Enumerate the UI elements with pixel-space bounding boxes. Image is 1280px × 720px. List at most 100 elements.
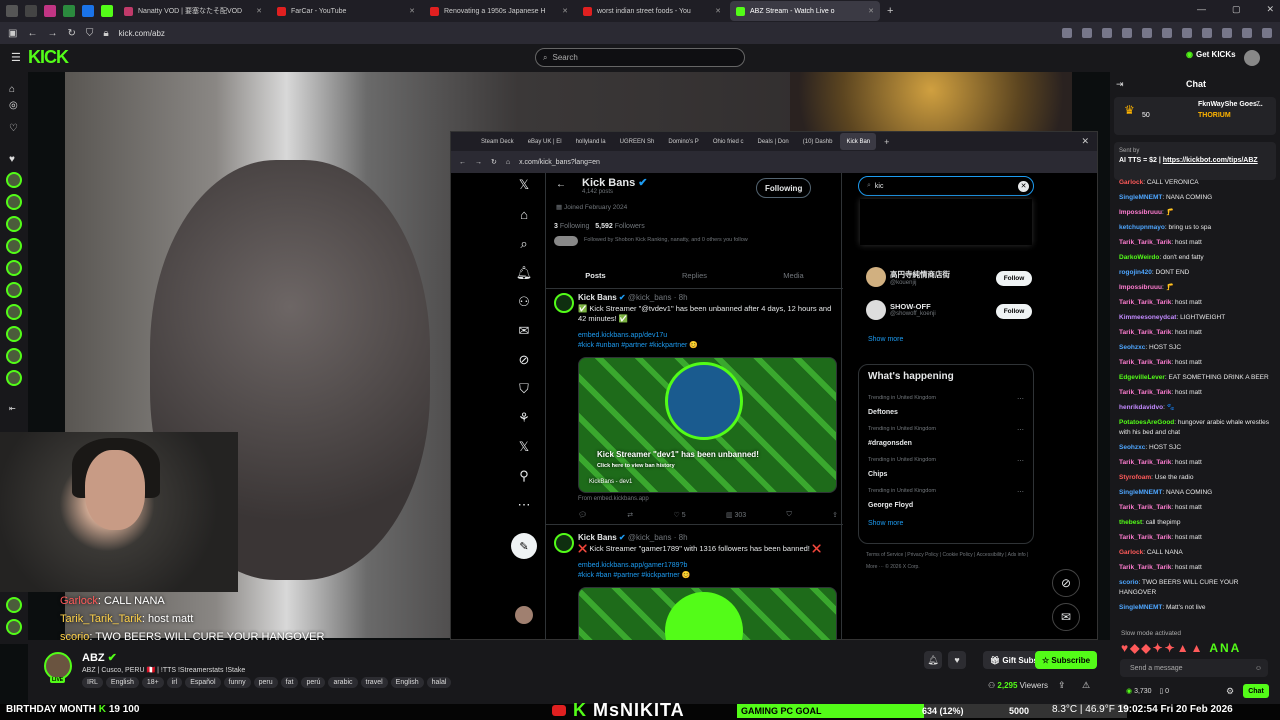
- chat-username[interactable]: henrikdavidvo: [1119, 404, 1163, 411]
- chat-username[interactable]: SingleMNEMT: [1119, 604, 1162, 611]
- app-icon[interactable]: [6, 5, 18, 17]
- bell-icon[interactable]: 🔔︎: [511, 265, 537, 281]
- stream-tag[interactable]: irl: [166, 677, 183, 688]
- pinned-tab-icon[interactable]: [82, 5, 94, 17]
- avatar[interactable]: [1244, 50, 1260, 66]
- stream-tag[interactable]: 18+: [141, 677, 164, 688]
- browser-tab[interactable]: Nanatty VOD | 要塞なたそ配VOD ✕: [118, 1, 268, 21]
- chat-username[interactable]: Tarik_Tarik_Tarik: [1119, 504, 1171, 511]
- stream-tag[interactable]: halal: [426, 677, 452, 688]
- extension-icon[interactable]: [1082, 28, 1092, 38]
- who-to-follow-item[interactable]: 高円寺純情商店街 @kouenjij Follow: [866, 267, 1034, 291]
- chat-username[interactable]: Tarik_Tarik_Tarik: [1119, 359, 1171, 366]
- chat-username[interactable]: Kimmeesoneydcat: [1119, 314, 1176, 321]
- compass-icon[interactable]: ◎: [9, 100, 18, 111]
- chat-username[interactable]: Tarik_Tarik_Tarik: [1119, 459, 1171, 466]
- browser-tab[interactable]: worst indian street foods - You ✕: [577, 1, 727, 21]
- report-icon[interactable]: ⚠: [1082, 680, 1090, 691]
- chat-username[interactable]: Tarik_Tarik_Tarik: [1119, 564, 1171, 571]
- trend-item[interactable]: Trending in United Kingdom Chips: [868, 457, 936, 481]
- chat-username[interactable]: EdgevilleLever: [1119, 374, 1165, 381]
- close-icon[interactable]: ✕: [562, 7, 568, 15]
- notification-button[interactable]: 🔔︎: [924, 651, 942, 669]
- stream-tag[interactable]: IRL: [82, 677, 103, 688]
- chat-username[interactable]: Seohzxc: [1119, 444, 1145, 451]
- chat-username[interactable]: Tarik_Tarik_Tarik: [1119, 389, 1171, 396]
- back-arrow-icon[interactable]: ←: [556, 179, 566, 190]
- kick-icon[interactable]: [101, 5, 113, 17]
- new-tab-icon[interactable]: +: [887, 5, 893, 17]
- profile-icon[interactable]: ⚲: [511, 468, 537, 484]
- premium-icon[interactable]: 𝕏: [511, 439, 537, 455]
- browser-tab[interactable]: Renovating a 1950s Japanese H ✕: [424, 1, 574, 21]
- stream-tag[interactable]: perú: [301, 677, 326, 688]
- chat-username[interactable]: thebest: [1119, 519, 1142, 526]
- stream-tag[interactable]: funny: [223, 677, 251, 688]
- forward-icon[interactable]: →: [475, 159, 482, 166]
- maximize-icon[interactable]: ▢: [1232, 4, 1241, 15]
- settings-icon[interactable]: ⚙: [1226, 686, 1234, 697]
- new-tab-icon[interactable]: +: [884, 137, 889, 147]
- chat-username[interactable]: Tarik_Tarik_Tarik: [1119, 329, 1171, 336]
- chat-username[interactable]: Garlock: [1119, 179, 1143, 186]
- more-icon[interactable]: ⋯: [1017, 426, 1024, 434]
- minimize-icon[interactable]: —: [1197, 4, 1206, 15]
- home-icon[interactable]: ⌂: [511, 207, 537, 222]
- chat-username[interactable]: Tarik_Tarik_Tarik: [1119, 239, 1171, 246]
- views-button[interactable]: ▥ 303: [726, 511, 746, 519]
- x-icon[interactable]: [25, 5, 37, 17]
- popup-tab-active[interactable]: Kick Ban: [840, 133, 877, 150]
- chat-username[interactable]: scorio: [1119, 579, 1139, 586]
- menu-icon[interactable]: [1262, 28, 1272, 38]
- followed-channel-avatar[interactable]: [6, 172, 22, 188]
- reply-icon[interactable]: 💬︎: [578, 511, 587, 519]
- tweet-hashtags[interactable]: #kick #ban #partner #kickpartner 😊: [578, 571, 690, 581]
- popup-tab[interactable]: UGREEN Sh: [614, 133, 661, 150]
- follow-heart-button[interactable]: ♥: [948, 651, 966, 669]
- tweet-link[interactable]: embed.kickbans.app/gamer1789?b: [578, 561, 687, 571]
- chat-username[interactable]: Styrofoam: [1119, 474, 1151, 481]
- followed-channel-avatar[interactable]: [6, 238, 22, 254]
- tweet[interactable]: Kick Bans ✔ @kick_bans · 8h ✅ Kick Strea…: [546, 289, 843, 525]
- reload-icon[interactable]: ↻: [67, 28, 75, 39]
- following-count[interactable]: 3: [554, 223, 558, 230]
- browser-tab[interactable]: FarCar - YouTube ✕: [271, 1, 421, 21]
- instagram-icon[interactable]: [44, 5, 56, 17]
- bookmark-icon[interactable]: ⛉: [787, 511, 792, 519]
- close-icon[interactable]: ✕: [868, 7, 874, 15]
- chat-username[interactable]: Impossibruuu: [1119, 209, 1162, 216]
- avatar[interactable]: [515, 606, 533, 624]
- tab-media[interactable]: Media: [744, 263, 843, 288]
- back-icon[interactable]: ←: [27, 28, 37, 39]
- chat-username[interactable]: PotatoesAreGood: [1119, 419, 1174, 426]
- kick-logo[interactable]: KICK: [28, 47, 69, 68]
- followed-channel-avatar[interactable]: [6, 348, 22, 364]
- chat-username[interactable]: Seohzxc: [1119, 344, 1145, 351]
- tweet-avatar[interactable]: [554, 293, 574, 313]
- share-icon[interactable]: ⇪: [1058, 680, 1066, 691]
- follow-icon[interactable]: ⚇: [511, 294, 537, 310]
- stream-tag[interactable]: English: [390, 677, 424, 688]
- stream-tag[interactable]: fat: [280, 677, 299, 688]
- chat-username[interactable]: DarkoWeirdo: [1119, 254, 1159, 261]
- collapse-chat-icon[interactable]: ⇥: [1116, 79, 1124, 90]
- extension-icon[interactable]: [1182, 28, 1192, 38]
- extension-icon[interactable]: [1062, 28, 1072, 38]
- heart-icon[interactable]: ♡: [9, 123, 18, 134]
- mail-icon[interactable]: ✉: [511, 323, 537, 339]
- followed-channel-avatar[interactable]: [6, 282, 22, 298]
- streamer-name[interactable]: ABZ ✔: [82, 651, 117, 664]
- chat-username[interactable]: rogojin420: [1119, 269, 1152, 276]
- close-icon[interactable]: ✕: [409, 7, 415, 15]
- stream-tag[interactable]: Español: [185, 677, 221, 688]
- sidebar-icon[interactable]: ▣: [8, 28, 17, 39]
- x-logo-icon[interactable]: 𝕏: [511, 177, 537, 193]
- chat-username[interactable]: Tarik_Tarik_Tarik: [1119, 534, 1171, 541]
- pinned-tab-icon[interactable]: [63, 5, 75, 17]
- show-more-link[interactable]: Show more: [868, 336, 903, 343]
- close-window-icon[interactable]: ✕: [1266, 4, 1274, 15]
- popup-tab[interactable]: hollyland la: [570, 133, 612, 150]
- like-button[interactable]: ♡ 5: [673, 511, 685, 519]
- followed-channel-avatar[interactable]: [6, 194, 22, 210]
- stream-tag[interactable]: arabic: [328, 677, 358, 688]
